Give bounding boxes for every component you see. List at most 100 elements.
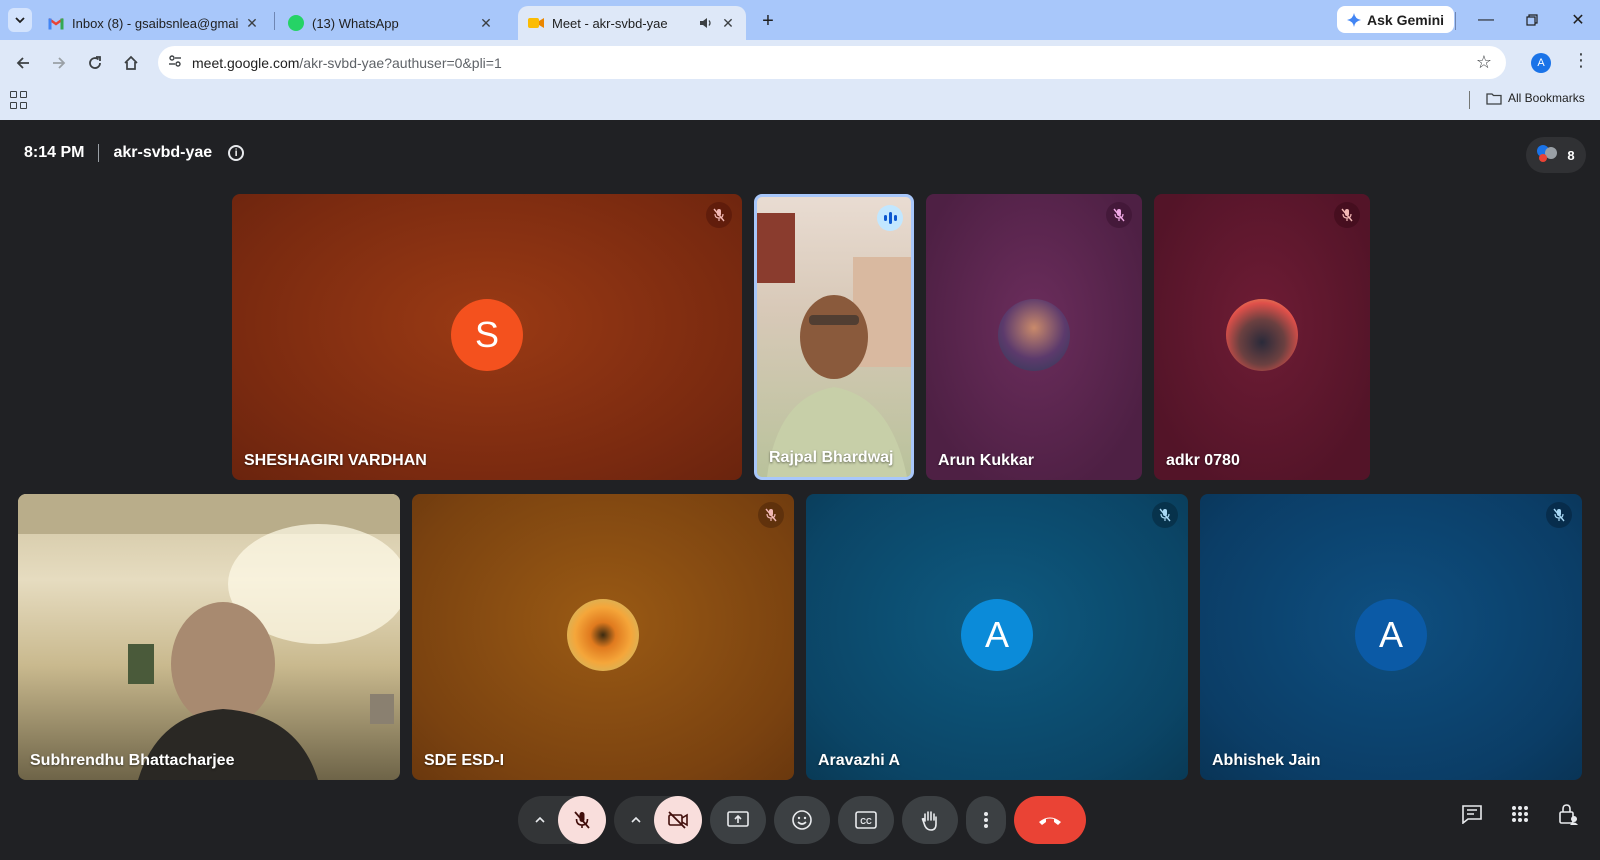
closed-captions-icon: CC	[855, 811, 877, 829]
chevron-up-icon	[535, 816, 545, 823]
profile-avatar[interactable]: A	[1531, 53, 1551, 73]
avatar: S	[451, 299, 523, 371]
camera-toggle-button[interactable]	[654, 796, 702, 844]
mic-off-icon	[574, 811, 590, 829]
mic-off-icon	[706, 202, 732, 228]
participant-tile-active-speaker[interactable]: Rajpal Bhardwaj	[754, 194, 914, 480]
participant-name: SDE ESD-I	[424, 752, 505, 769]
close-icon[interactable]: ✕	[244, 15, 260, 31]
emoji-icon	[792, 810, 812, 830]
all-bookmarks-button[interactable]: All Bookmarks	[1486, 91, 1585, 105]
arrow-left-icon	[16, 57, 29, 69]
participant-name: SHESHAGIRI VARDHAN	[244, 452, 427, 469]
new-tab-button[interactable]: +	[756, 9, 780, 33]
present-screen-icon	[727, 811, 749, 827]
restore-button[interactable]	[1520, 8, 1544, 32]
participants-button[interactable]: 8	[1526, 137, 1586, 173]
bookmark-star-icon[interactable]: ☆	[1476, 52, 1492, 73]
apps-icon	[1512, 806, 1528, 822]
speaking-indicator-icon	[877, 205, 903, 231]
chat-button[interactable]	[1458, 800, 1486, 828]
apps-grid-icon[interactable]	[10, 91, 28, 109]
close-window-button[interactable]: ✕	[1566, 8, 1590, 32]
info-icon[interactable]: i	[228, 145, 245, 161]
tab-gmail[interactable]: Inbox (8) - gsaibsnlea@gmail.co ✕	[38, 6, 270, 40]
all-bookmarks-label: All Bookmarks	[1508, 91, 1585, 105]
host-controls-button[interactable]	[1554, 800, 1582, 828]
participant-name: adkr 0780	[1166, 452, 1240, 469]
minimize-button[interactable]: —	[1474, 8, 1498, 32]
mic-off-icon	[1106, 202, 1132, 228]
tab-label: Inbox (8) - gsaibsnlea@gmail.co	[72, 15, 238, 31]
folder-icon	[1486, 92, 1502, 105]
participant-tile[interactable]: A Aravazhi A	[806, 494, 1188, 780]
tab-whatsapp[interactable]: (13) WhatsApp ✕	[278, 6, 504, 40]
participant-photo-avatar	[998, 299, 1070, 371]
participant-name: Subhrendhu Bhattacharjee	[30, 752, 235, 769]
tab-search-button[interactable]	[8, 8, 32, 32]
chevron-down-icon	[15, 17, 25, 24]
meeting-code: akr-svbd-yae	[113, 144, 213, 161]
participant-name: Arun Kukkar	[938, 452, 1035, 469]
ask-gemini-label: Ask Gemini	[1367, 11, 1445, 28]
microphone-toggle-button[interactable]	[558, 796, 606, 844]
home-icon	[124, 55, 138, 70]
site-info-icon[interactable]	[158, 54, 192, 71]
svg-text:CC: CC	[860, 817, 872, 826]
leave-call-button[interactable]	[1014, 796, 1086, 844]
participant-name: Abhishek Jain	[1212, 752, 1321, 769]
more-options-button[interactable]	[966, 796, 1006, 844]
speaker-icon[interactable]	[698, 15, 714, 31]
participant-video	[757, 213, 911, 477]
url-host: meet.google.com	[192, 54, 300, 71]
meet-icon	[528, 15, 544, 31]
meeting-info-divider	[98, 144, 100, 162]
more-vert-icon	[984, 812, 988, 828]
participant-tile[interactable]: A Abhishek Jain	[1200, 494, 1582, 780]
browser-chrome: Inbox (8) - gsaibsnlea@gmail.co ✕ (13) W…	[0, 0, 1600, 120]
hang-up-icon	[1039, 817, 1061, 825]
meeting-info: 8:14 PM akr-svbd-yae i	[24, 144, 245, 162]
present-screen-button[interactable]	[710, 796, 766, 844]
forward-button[interactable]	[46, 50, 72, 76]
lock-person-icon	[1559, 804, 1578, 825]
participant-photo-avatar	[1226, 299, 1298, 371]
tab-label: (13) WhatsApp	[312, 15, 399, 31]
close-icon[interactable]: ✕	[478, 15, 494, 31]
participant-tile[interactable]: SDE ESD-I	[412, 494, 794, 780]
chat-icon	[1462, 805, 1482, 824]
back-button[interactable]	[10, 50, 36, 76]
avatar: A	[1355, 599, 1427, 671]
whatsapp-icon	[288, 15, 304, 31]
audio-options-button[interactable]	[522, 802, 558, 838]
hand-icon	[921, 811, 937, 831]
reload-icon	[89, 56, 101, 69]
tab-separator	[274, 12, 275, 30]
address-bar[interactable]: meet.google.com/akr-svbd-yae?authuser=0&…	[158, 46, 1506, 79]
captions-button[interactable]: CC	[838, 796, 894, 844]
reactions-button[interactable]	[774, 796, 830, 844]
participant-name: Aravazhi A	[818, 752, 901, 769]
participant-tile[interactable]: Subhrendhu Bhattacharjee	[18, 494, 400, 780]
participant-tile[interactable]: adkr 0780	[1154, 194, 1370, 480]
gemini-sparkle-icon	[1347, 12, 1361, 27]
participants-avatars-icon	[1537, 145, 1558, 165]
browser-menu-icon[interactable]: ⋮	[1572, 50, 1590, 71]
close-icon[interactable]: ✕	[720, 15, 736, 31]
mic-off-icon	[758, 502, 784, 528]
tab-strip: Inbox (8) - gsaibsnlea@gmail.co ✕ (13) W…	[0, 0, 1600, 40]
restore-icon	[1526, 14, 1538, 26]
ask-gemini-button[interactable]: Ask Gemini	[1337, 6, 1455, 33]
participant-tile[interactable]: Arun Kukkar	[926, 194, 1142, 480]
home-button[interactable]	[118, 50, 144, 76]
tab-label: Meet - akr-svbd-yae	[552, 15, 668, 31]
video-options-button[interactable]	[618, 802, 654, 838]
raise-hand-button[interactable]	[902, 796, 958, 844]
mic-off-icon	[1546, 502, 1572, 528]
activities-button[interactable]	[1506, 800, 1534, 828]
tab-meet[interactable]: Meet - akr-svbd-yae ✕	[518, 6, 746, 40]
reload-button[interactable]	[82, 50, 108, 76]
participant-tile[interactable]: S SHESHAGIRI VARDHAN	[232, 194, 742, 480]
participant-name: Rajpal Bhardwaj	[769, 449, 894, 466]
participant-photo-avatar	[567, 599, 639, 671]
